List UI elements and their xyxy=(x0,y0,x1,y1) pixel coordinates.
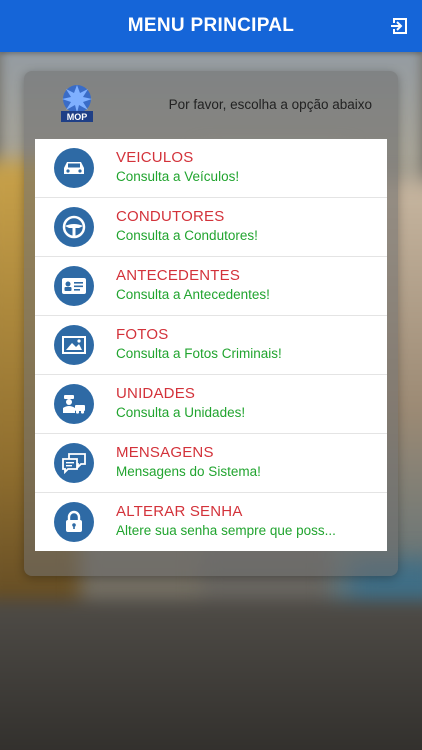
menu-item-title: FOTOS xyxy=(116,326,169,343)
menu-item-title: VEICULOS xyxy=(116,149,194,166)
menu-item-subtitle: Consulta a Veículos! xyxy=(116,169,240,184)
menu-item-veiculos[interactable]: VEICULOS Consulta a Veículos! xyxy=(35,139,387,198)
chat-icon xyxy=(54,443,94,483)
menu-item-mensagens[interactable]: MENSAGENS Mensagens do Sistema! xyxy=(35,434,387,493)
police-unit-icon xyxy=(54,384,94,424)
steering-wheel-icon xyxy=(54,207,94,247)
menu-item-subtitle: Consulta a Condutores! xyxy=(116,228,258,243)
menu-item-condutores[interactable]: CONDUTORES Consulta a Condutores! xyxy=(35,198,387,257)
menu-item-antecedentes[interactable]: ANTECEDENTES Consulta a Antecedentes! xyxy=(35,257,387,316)
menu-item-subtitle: Consulta a Fotos Criminais! xyxy=(116,346,282,361)
menu-item-fotos[interactable]: FOTOS Consulta a Fotos Criminais! xyxy=(35,316,387,375)
page-title: MENU PRINCIPAL xyxy=(127,15,295,36)
mop-logo: MOP xyxy=(61,85,93,122)
menu-item-title: ALTERAR SENHA xyxy=(116,503,243,520)
menu-item-title: CONDUTORES xyxy=(116,208,225,225)
main-menu-list: VEICULOS Consulta a Veículos! CONDUTORES… xyxy=(35,139,387,551)
app-header: MENU PRINCIPAL xyxy=(0,0,422,52)
logout-icon[interactable] xyxy=(390,17,408,35)
menu-item-alterar-senha[interactable]: ALTERAR SENHA Altere sua senha sempre qu… xyxy=(35,493,387,551)
photo-icon xyxy=(54,325,94,365)
lock-icon xyxy=(54,502,94,542)
menu-item-subtitle: Altere sua senha sempre que poss... xyxy=(116,523,336,538)
menu-item-subtitle: Consulta a Antecedentes! xyxy=(116,287,270,302)
menu-item-unidades[interactable]: UNIDADES Consulta a Unidades! xyxy=(35,375,387,434)
car-icon xyxy=(54,148,94,188)
instruction-text: Por favor, escolha a opção abaixo xyxy=(168,97,372,112)
menu-item-title: ANTECEDENTES xyxy=(116,267,241,284)
svg-text:MOP: MOP xyxy=(67,112,88,122)
menu-item-subtitle: Consulta a Unidades! xyxy=(116,405,246,420)
menu-item-subtitle: Mensagens do Sistema! xyxy=(116,464,261,479)
menu-item-title: UNIDADES xyxy=(116,385,196,402)
id-card-icon xyxy=(54,266,94,306)
menu-item-title: MENSAGENS xyxy=(116,444,214,461)
